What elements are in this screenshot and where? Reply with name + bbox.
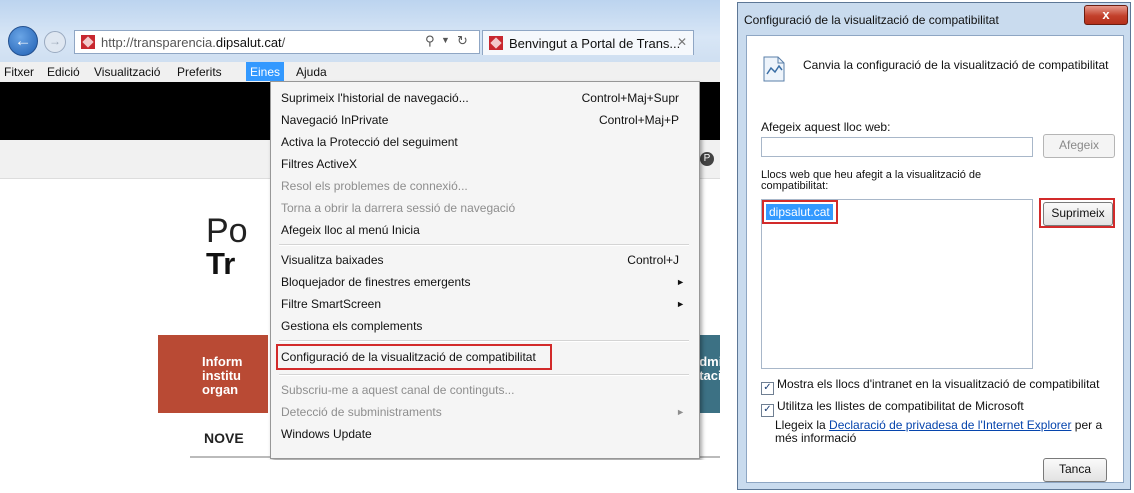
menu-item-inprivate[interactable]: Navegació InPrivate Control+Maj+P <box>281 109 687 131</box>
menu-item-label: Bloquejador de finestres emergents <box>281 275 471 289</box>
browser-tab[interactable]: Benvingut a Portal de Trans... ✕ <box>482 30 694 55</box>
refresh-icon[interactable]: ↻ <box>457 33 468 49</box>
site-list[interactable]: dipsalut.cat <box>761 199 1033 369</box>
portal-title-line1: Po <box>206 212 248 250</box>
menu-item-label: Windows Update <box>281 427 372 441</box>
url-suffix: / <box>281 35 286 50</box>
menu-fitxer[interactable]: Fitxer <box>4 65 34 79</box>
tab-favicon-icon <box>489 36 503 50</box>
intranet-checkbox-label: Mostra els llocs d'intranet en la visual… <box>777 377 1100 391</box>
highlight-box-site <box>762 200 838 224</box>
menu-edicio[interactable]: Edició <box>47 65 80 79</box>
menu-item-label: Afegeix lloc al menú Inicia <box>281 223 420 237</box>
address-url[interactable]: http://transparencia.dipsalut.cat/ <box>101 35 285 50</box>
menu-item-label: Visualitza baixades <box>281 253 384 267</box>
menu-item-label: Activa la Protecció del seguiment <box>281 135 458 149</box>
menu-item-afegeix-inicia[interactable]: Afegeix lloc al menú Inicia <box>281 219 687 241</box>
highlight-box-menu <box>276 344 552 370</box>
highlight-box-remove <box>1039 198 1115 228</box>
info-tile-text: Inform institu organ <box>202 354 243 397</box>
ms-lists-checkbox-row[interactable]: ✓ Utilitza les llistes de compatibilitat … <box>761 399 1024 417</box>
menu-item-torna-obrir-sessio: Torna a obrir la darrera sessió de naveg… <box>281 197 687 219</box>
pinterest-icon[interactable]: P <box>700 152 714 166</box>
menu-preferits[interactable]: Preferits <box>177 65 222 79</box>
menu-visualitzacio[interactable]: Visualització <box>94 65 160 79</box>
menu-item-shortcut: Control+Maj+Supr <box>581 91 679 105</box>
privacy-notice: Llegeix la Declaració de privadesa de l'… <box>775 419 1115 445</box>
menu-item-gestiona-complements[interactable]: Gestiona els complements <box>281 315 687 337</box>
menu-item-label: Filtres ActiveX <box>281 157 358 171</box>
menu-item-label: Torna a obrir la darrera sessió de naveg… <box>281 201 516 215</box>
add-site-input[interactable] <box>761 137 1033 157</box>
menu-item-shortcut: Control+J <box>627 253 679 267</box>
url-domain: dipsalut.cat <box>215 35 282 50</box>
menu-item-label: Suprimeix l'historial de navegació... <box>281 91 469 105</box>
menu-separator <box>279 244 689 246</box>
browser-toolbar: ← → http://transparencia.dipsalut.cat/ ⚲… <box>0 0 720 63</box>
menu-separator <box>279 340 689 342</box>
info-institucional-tile[interactable]: Inform institu organ <box>158 335 268 413</box>
portal-title-line2: Tr <box>206 246 236 281</box>
search-icon[interactable]: ⚲ <box>425 33 435 49</box>
back-arrow-icon: ← <box>14 31 32 50</box>
ms-lists-checkbox-label: Utilitza les llistes de compatibilitat d… <box>777 399 1024 413</box>
menu-item-windows-update[interactable]: Windows Update <box>281 423 687 445</box>
news-heading: NOVE <box>204 430 244 446</box>
site-favicon-icon <box>81 35 95 49</box>
intranet-checkbox-row[interactable]: ✓ Mostra els llocs d'intranet en la visua… <box>761 377 1099 395</box>
browser-window: ← → http://transparencia.dipsalut.cat/ ⚲… <box>0 0 720 460</box>
menu-item-proteccio-seguiment[interactable]: Activa la Protecció del seguiment <box>281 131 687 153</box>
dialog-close-button[interactable]: x <box>1084 5 1128 25</box>
add-site-label: Afegeix aquest lloc web: <box>761 120 891 134</box>
menu-item-suprimeix-historial[interactable]: Suprimeix l'historial de navegació... Con… <box>281 87 687 109</box>
dropdown-arrow-icon[interactable]: ▼ <box>441 35 450 45</box>
menu-item-deteccio: Detecció de subministraments ► <box>281 401 687 423</box>
site-list-label: Llocs web que heu afegit a la visualitza… <box>761 169 982 192</box>
menu-item-shortcut: Control+Maj+P <box>598 113 679 127</box>
forward-arrow-icon: → <box>49 34 61 48</box>
menu-item-visualitza-baixades[interactable]: Visualitza baixades Control+J <box>281 249 687 271</box>
menu-item-bloquejador[interactable]: Bloquejador de finestres emergents ► <box>281 271 687 293</box>
add-button[interactable]: Afegeix <box>1043 134 1115 158</box>
forward-button[interactable]: → <box>44 31 66 53</box>
tab-close-icon[interactable]: ✕ <box>677 35 687 49</box>
address-bar[interactable]: http://transparencia.dipsalut.cat/ ⚲ ▼ ↻ <box>74 30 480 54</box>
eines-dropdown-menu: Suprimeix l'historial de navegació... Con… <box>270 81 700 459</box>
submenu-arrow-icon: ► <box>676 277 685 287</box>
menu-item-label: Detecció de subministraments <box>281 405 442 419</box>
menu-item-label: Filtre SmartScreen <box>281 297 382 311</box>
back-button[interactable]: ← <box>8 26 38 56</box>
menu-separator <box>279 374 689 376</box>
url-prefix: http://transparencia. <box>101 35 216 50</box>
close-icon: x <box>1102 7 1110 22</box>
menu-item-resol-problemes: Resol els problemes de connexió... <box>281 175 687 197</box>
dialog-body: Canvia la configuració de la visualitzac… <box>746 35 1124 483</box>
menu-item-label: Gestiona els complements <box>281 319 423 333</box>
menu-ajuda[interactable]: Ajuda <box>296 65 327 79</box>
menu-item-label: Resol els problemes de connexió... <box>281 179 468 193</box>
ms-lists-checkbox[interactable]: ✓ <box>761 404 774 417</box>
privacy-text-before: Llegeix la <box>775 418 830 432</box>
tab-title: Benvingut a Portal de Trans... <box>509 36 681 51</box>
dialog-heading: Canvia la configuració de la visualitzac… <box>803 58 1109 72</box>
privacy-link[interactable]: Declaració de privadesa de l'Internet Ex… <box>829 418 1071 432</box>
menu-eines[interactable]: Eines <box>246 62 285 81</box>
menu-item-label: Navegació InPrivate <box>281 113 389 127</box>
close-button[interactable]: Tanca <box>1043 458 1107 482</box>
menu-bar: Fitxer Edició Visualització Preferits Ei… <box>0 62 720 83</box>
compatibility-view-dialog: Configuració de la visualització de comp… <box>737 2 1131 490</box>
compatibility-view-icon <box>763 56 785 82</box>
intranet-checkbox[interactable]: ✓ <box>761 382 774 395</box>
submenu-arrow-icon: ► <box>676 299 685 309</box>
dialog-title: Configuració de la visualització de comp… <box>744 13 999 27</box>
menu-item-smartscreen[interactable]: Filtre SmartScreen ► <box>281 293 687 315</box>
menu-item-filtres-activex[interactable]: Filtres ActiveX <box>281 153 687 175</box>
menu-item-label: Subscriu-me a aquest canal de continguts… <box>281 383 515 397</box>
menu-item-subscriu: Subscriu-me a aquest canal de continguts… <box>281 379 687 401</box>
submenu-arrow-icon: ► <box>676 407 685 417</box>
